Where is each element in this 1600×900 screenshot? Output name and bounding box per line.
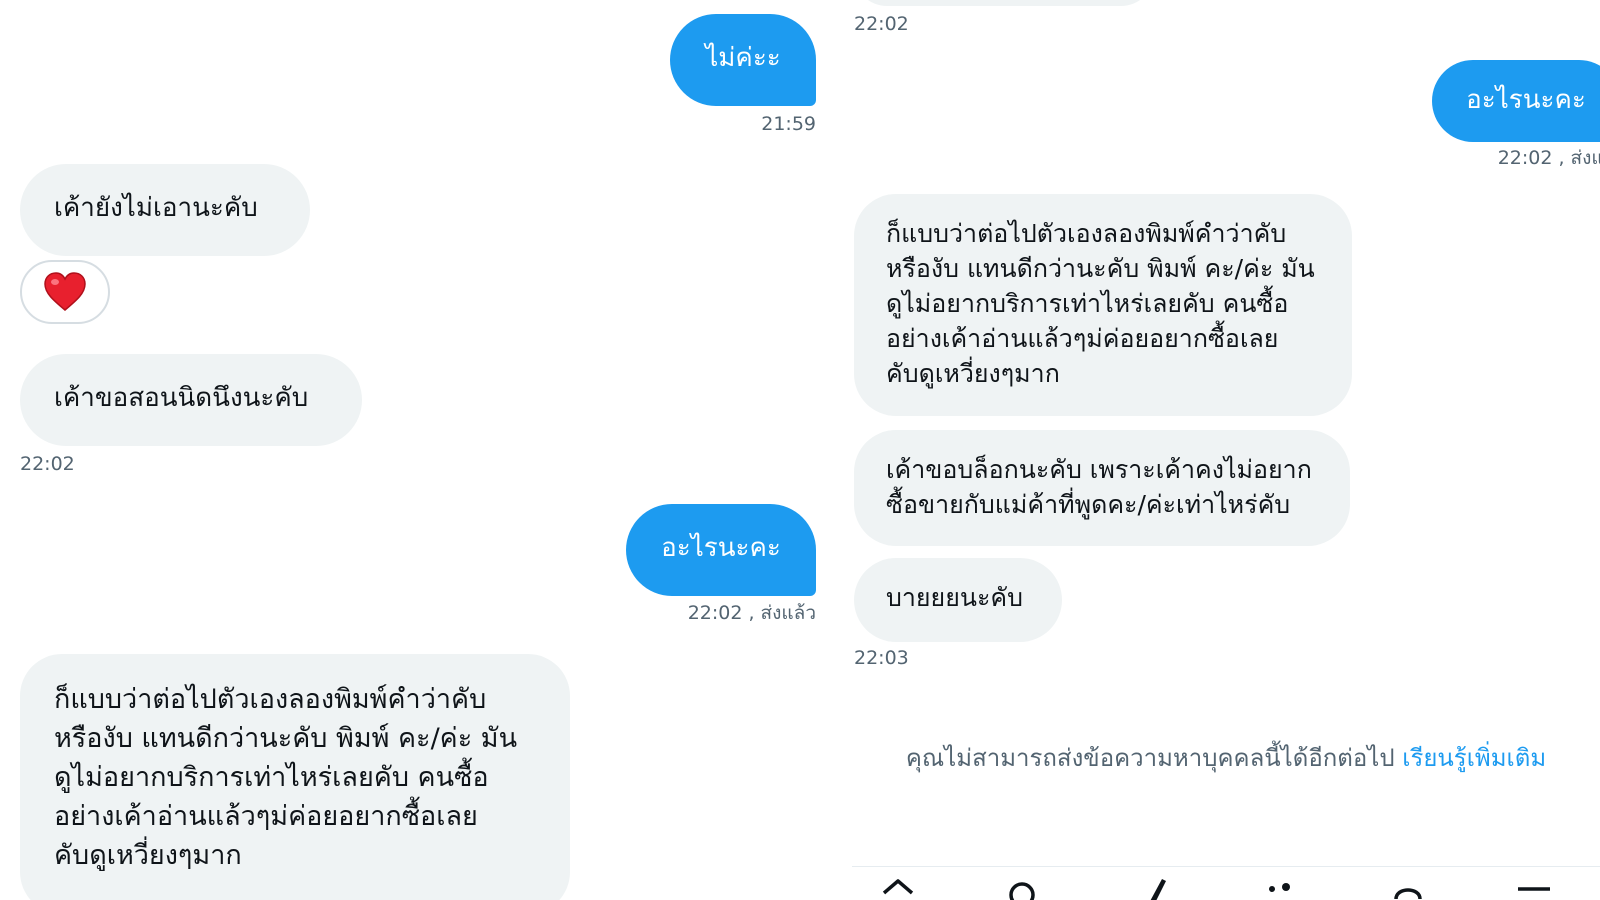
notifications-icon[interactable] (1388, 875, 1428, 900)
red-heart-icon (44, 272, 86, 311)
message-bubble-incoming[interactable]: เค้าขอสอนนิดนึงนะคับ (20, 354, 362, 446)
message-bubble-incoming[interactable]: ก็แบบว่าต่อไปตัวเองลองพิมพ์คำว่าคับ หรือ… (854, 194, 1352, 416)
bottom-navigation-bar (852, 866, 1600, 900)
message-timestamp: 21:59 (761, 113, 816, 135)
message-bubble-incoming[interactable]: ก็แบบว่าต่อไปตัวเองลองพิมพ์คำว่าคับ หรือ… (20, 654, 570, 900)
message-bubble-incoming[interactable]: เค้ายังไม่เอานะคับ (20, 164, 310, 256)
blocked-notice: คุณไม่สามารถส่งข้อความหาบุคคลนี้ได้อีกต่… (852, 742, 1600, 774)
message-timestamp: 22:02 (854, 13, 909, 35)
compose-icon[interactable] (1136, 875, 1176, 900)
message-bubble-incoming-partial[interactable] (854, 0, 1154, 6)
message-bubble-incoming[interactable]: เค้าขอบล็อกนะคับ เพราะเค้าคงไม่อยาก ซื้อ… (854, 430, 1350, 546)
message-timestamp: 22:03 (854, 647, 909, 669)
home-icon[interactable] (878, 875, 918, 900)
message-bubble-outgoing[interactable]: ไม่ค่ะะ (670, 14, 816, 106)
message-timestamp: 22:02 (20, 453, 75, 475)
blocked-notice-text: คุณไม่สามารถส่งข้อความหาบุคคลนี้ได้อีกต่… (905, 744, 1395, 772)
messages-icon[interactable] (1514, 875, 1554, 900)
reaction-pill[interactable] (20, 260, 110, 324)
message-bubble-incoming[interactable]: บายยยนะคับ (854, 558, 1062, 642)
people-icon[interactable] (1260, 875, 1300, 900)
message-bubble-outgoing[interactable]: อะไรนะคะ (1432, 60, 1600, 142)
message-bubble-outgoing[interactable]: อะไรนะคะ (626, 504, 816, 596)
conversation-panel-left: ไม่ค่ะะ 21:59 เค้ายังไม่เอานะคับ เค้าขอส… (0, 0, 852, 900)
message-timestamp: 22:02 , ส่งแล้ว (1497, 147, 1600, 169)
message-timestamp: 22:02 , ส่งแล้ว (687, 602, 816, 624)
learn-more-link[interactable]: เรียนรู้เพิ่มเติม (1402, 744, 1546, 772)
conversation-panel-right: 22:02 อะไรนะคะ 22:02 , ส่งแล้ว ก็แบบว่าต… (852, 0, 1600, 900)
search-icon[interactable] (1004, 875, 1044, 900)
